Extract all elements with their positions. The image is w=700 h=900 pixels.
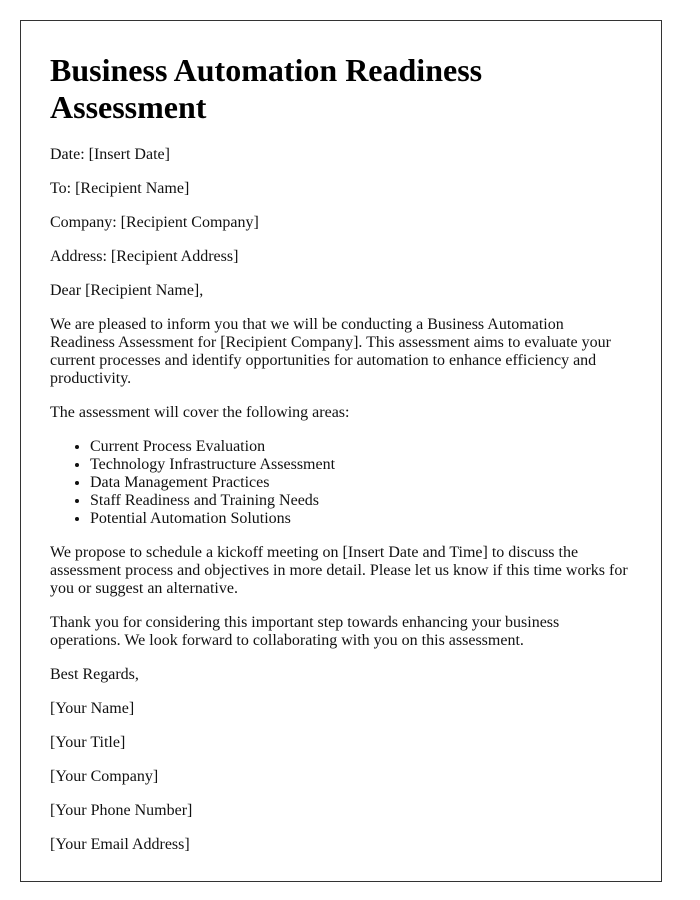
salutation: Dear [Recipient Name],: [50, 282, 204, 299]
sign-off: Best Regards,: [50, 666, 139, 683]
date-line: Date: [Insert Date]: [50, 146, 170, 163]
letter-container: Business Automation Readiness Assessment…: [20, 20, 662, 882]
signature-phone: [Your Phone Number]: [50, 802, 193, 819]
signature-name: [Your Name]: [50, 700, 135, 717]
list-item: Data Management Practices: [90, 474, 632, 492]
recipient-line: To: [Recipient Name]: [50, 180, 190, 197]
signature-company: [Your Company]: [50, 768, 159, 785]
meeting-paragraph: We propose to schedule a kickoff meeting…: [50, 544, 628, 597]
intro-paragraph: We are pleased to inform you that we wil…: [50, 316, 611, 387]
list-item: Current Process Evaluation: [90, 438, 632, 456]
list-item: Staff Readiness and Training Needs: [90, 492, 632, 510]
document-title: Business Automation Readiness Assessment: [50, 52, 483, 125]
signature-email: [Your Email Address]: [50, 836, 190, 853]
list-item: Technology Infrastructure Assessment: [90, 456, 632, 474]
signature-title: [Your Title]: [50, 734, 126, 751]
list-item: Potential Automation Solutions: [90, 510, 632, 528]
company-line: Company: [Recipient Company]: [50, 214, 259, 231]
closing-paragraph: Thank you for considering this important…: [50, 614, 560, 649]
address-line: Address: [Recipient Address]: [50, 248, 239, 265]
areas-intro: The assessment will cover the following …: [50, 404, 350, 421]
assessment-areas-list: Current Process Evaluation Technology In…: [50, 438, 632, 528]
